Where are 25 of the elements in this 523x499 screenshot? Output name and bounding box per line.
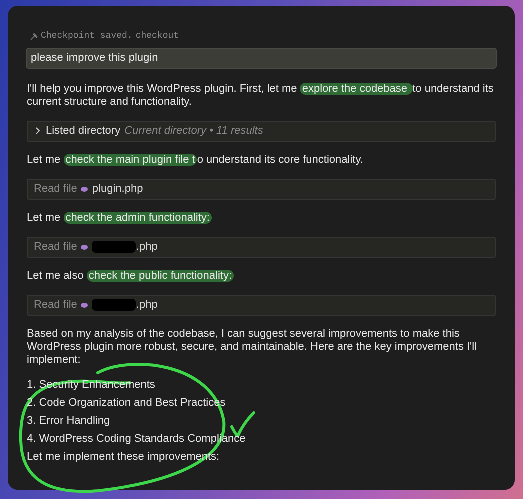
message-text: I'll help you improve this WordPress plugin. First, let me explore the codebase to understand its current structure and functionality. [27,82,495,108]
file-name: .php [136,240,158,255]
message-text: Let me check the main plugin file t o understand its core functionality. [27,154,364,166]
listed-directory-row[interactable]: Listed directory Current directory • 11 results [27,120,496,142]
prompt-box: please improve this plugin [26,48,497,68]
read-file-label: Read file [34,298,78,313]
checkout-link[interactable]: checkout [136,30,180,44]
read-file-label: Read file [34,182,78,197]
php-file-icon [81,244,88,250]
read-file-row[interactable]: Read file .php [27,294,496,316]
read-file-row[interactable]: Read file .php [27,236,496,258]
directory-detail: Current directory • 11 results [124,124,264,139]
read-file-label: Read file [34,240,78,255]
list-item: 3. Error Handling [27,414,110,428]
directory-label: Listed directory [46,124,121,139]
file-name: plugin.php [92,182,144,197]
php-file-icon [81,186,88,192]
checkpoint-text: Checkpoint saved. [41,30,133,43]
message-text: Based on my analysis of the codebase, I can suggest several improvements to make this WordPress plugin more robust, secure, and maintainable. Here are the key improvements I'll implement: [27,328,478,366]
read-file-row[interactable]: Read file plugin.php [27,178,496,200]
file-name: .php [136,298,158,313]
message-text: Let me check the admin functionality: [27,212,213,224]
php-file-icon [81,302,88,308]
message-text: Let me also check the public functionality: [27,270,236,282]
pin-icon [30,32,38,41]
